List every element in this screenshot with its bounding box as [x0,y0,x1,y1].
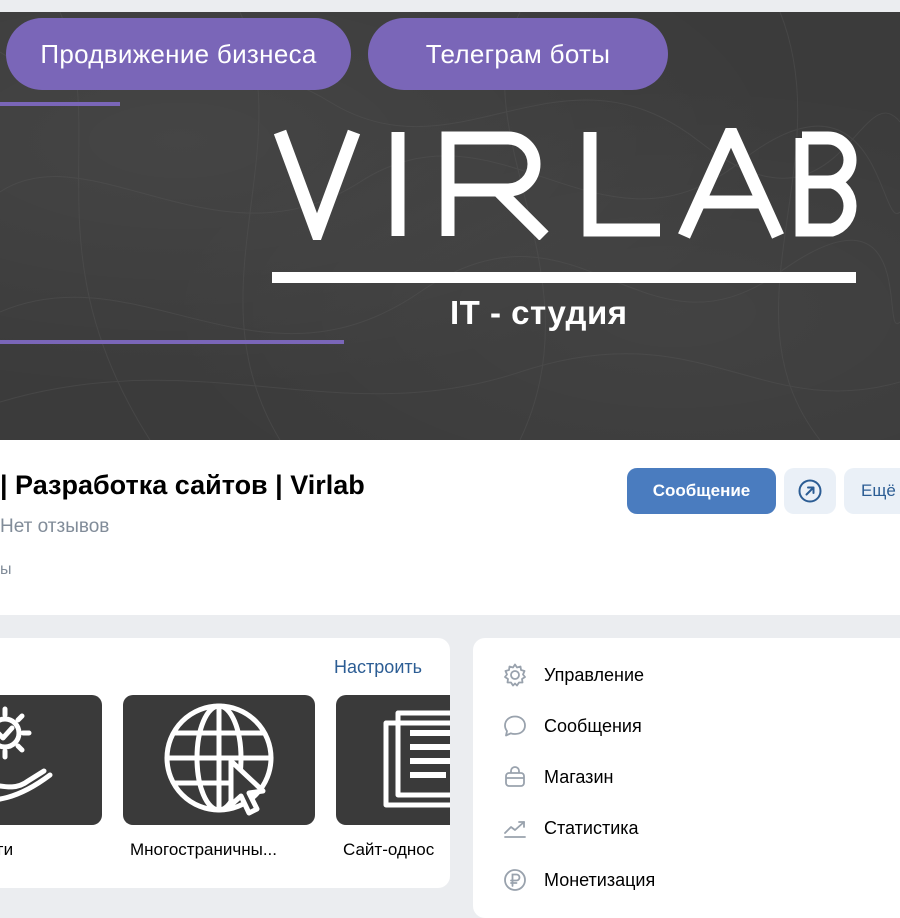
document-pages-icon [383,710,450,808]
service-tile[interactable] [123,695,315,825]
chat-bubble-icon [501,712,529,740]
promo-pill-business[interactable]: Продвижение бизнеса [6,18,351,90]
trend-chart-icon [501,814,529,842]
menu-item-manage[interactable]: Управление [501,660,644,690]
menu-item-label: Статистика [544,817,639,838]
more-button[interactable]: Ещё [844,468,900,514]
logo-underline [272,272,856,283]
decorative-line [0,340,344,344]
menu-item-messages[interactable]: Сообщения [501,711,642,741]
arrow-up-right-circle-icon [798,479,822,503]
menu-item-label: Управление [544,664,645,685]
menu-item-stats[interactable]: Статистика [501,813,639,843]
service-tile[interactable] [336,695,450,825]
services-card: Настроить луги Многостраничны... [0,638,450,888]
group-title: | Разработка сайтов | Virlab [0,470,365,500]
virlab-logo [273,128,857,240]
service-label: Сайт-однос [343,840,435,859]
gear-hand-icon [0,706,53,802]
promo-pill-telegram[interactable]: Телеграм боты [368,18,668,90]
cover-banner: Продвижение бизнеса Телеграм боты IT - с… [0,12,900,440]
share-button[interactable] [784,468,836,514]
configure-link[interactable]: Настроить [334,657,422,678]
admin-menu-card: Управление Сообщения Магазин Статистика [473,638,900,918]
menu-item-monetization[interactable]: Монетизация [501,865,655,895]
message-button[interactable]: Сообщение [627,468,776,514]
reviews-link[interactable]: Нет отзывов [0,516,109,538]
shopping-bag-icon [501,763,529,791]
cover-subtitle: IT - студия [450,294,628,331]
decorative-line [0,102,120,106]
group-category: ы [0,561,12,578]
menu-item-label: Магазин [544,766,614,787]
menu-item-shop[interactable]: Магазин [501,762,613,792]
globe-cursor-icon [164,703,274,816]
service-tile[interactable] [0,695,102,825]
top-strip [0,0,900,12]
menu-item-label: Сообщения [544,715,642,736]
ruble-coin-icon [501,866,529,894]
service-label: луги [0,840,14,859]
group-header: | Разработка сайтов | Virlab Нет отзывов… [0,440,900,615]
menu-item-label: Монетизация [544,869,656,890]
service-label: Многостраничны... [130,840,277,859]
gear-icon [501,661,529,689]
